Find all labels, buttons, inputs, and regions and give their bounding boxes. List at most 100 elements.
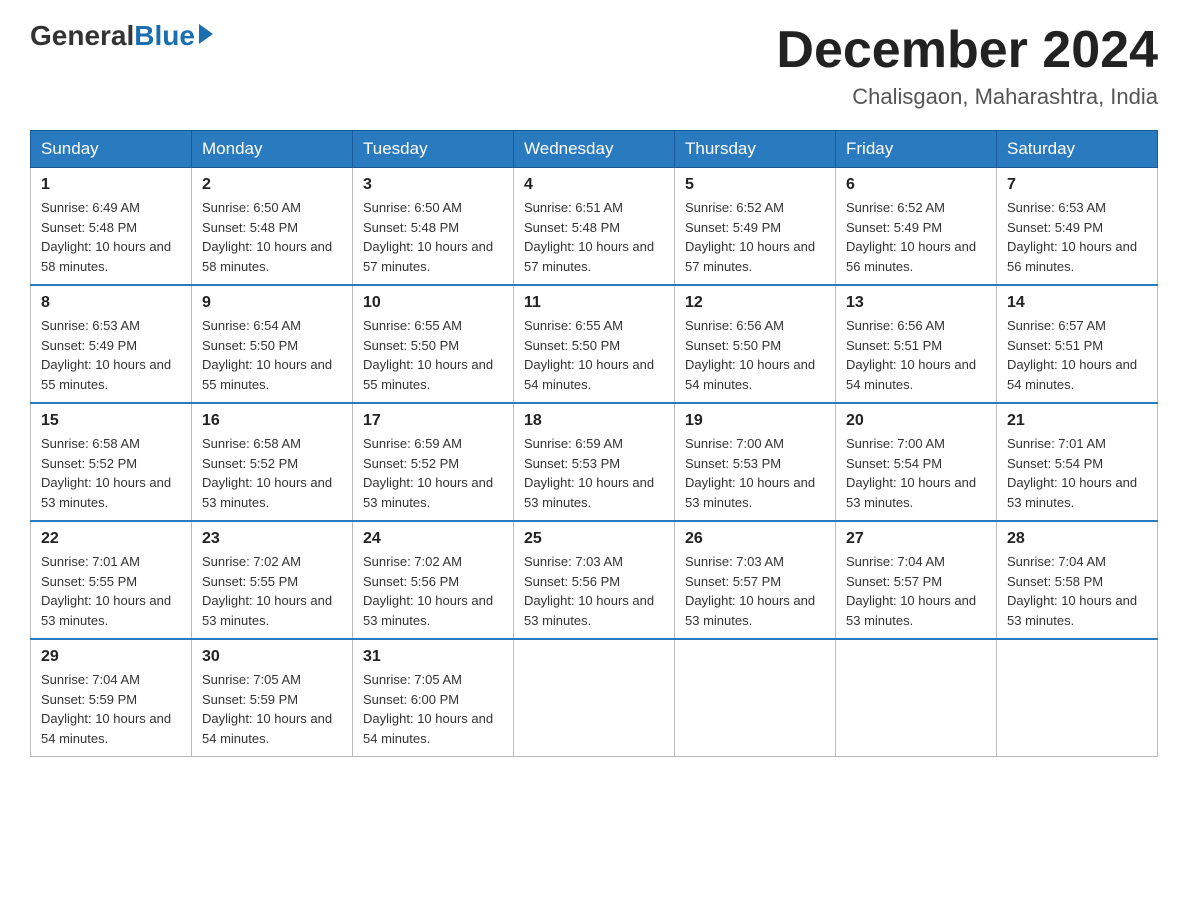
calendar-cell: 6 Sunrise: 6:52 AM Sunset: 5:49 PM Dayli…: [836, 168, 997, 286]
day-number: 26: [685, 530, 825, 548]
calendar-cell: 15 Sunrise: 6:58 AM Sunset: 5:52 PM Dayl…: [31, 403, 192, 521]
calendar-cell: 27 Sunrise: 7:04 AM Sunset: 5:57 PM Dayl…: [836, 521, 997, 639]
calendar-cell: 26 Sunrise: 7:03 AM Sunset: 5:57 PM Dayl…: [675, 521, 836, 639]
logo-blue-text: Blue: [134, 20, 195, 52]
day-info: Sunrise: 6:54 AM Sunset: 5:50 PM Dayligh…: [202, 316, 342, 394]
day-info: Sunrise: 6:57 AM Sunset: 5:51 PM Dayligh…: [1007, 316, 1147, 394]
weekday-header-saturday: Saturday: [997, 131, 1158, 168]
weekday-header-tuesday: Tuesday: [353, 131, 514, 168]
day-info: Sunrise: 7:03 AM Sunset: 5:56 PM Dayligh…: [524, 552, 664, 630]
day-number: 22: [41, 530, 181, 548]
day-info: Sunrise: 7:05 AM Sunset: 6:00 PM Dayligh…: [363, 670, 503, 748]
day-info: Sunrise: 6:53 AM Sunset: 5:49 PM Dayligh…: [1007, 198, 1147, 276]
calendar-cell: [514, 639, 675, 757]
calendar-week-row: 8 Sunrise: 6:53 AM Sunset: 5:49 PM Dayli…: [31, 285, 1158, 403]
calendar-cell: 4 Sunrise: 6:51 AM Sunset: 5:48 PM Dayli…: [514, 168, 675, 286]
day-info: Sunrise: 6:50 AM Sunset: 5:48 PM Dayligh…: [363, 198, 503, 276]
day-info: Sunrise: 6:56 AM Sunset: 5:51 PM Dayligh…: [846, 316, 986, 394]
weekday-header-row: SundayMondayTuesdayWednesdayThursdayFrid…: [31, 131, 1158, 168]
day-number: 24: [363, 530, 503, 548]
day-info: Sunrise: 6:51 AM Sunset: 5:48 PM Dayligh…: [524, 198, 664, 276]
calendar-cell: 2 Sunrise: 6:50 AM Sunset: 5:48 PM Dayli…: [192, 168, 353, 286]
day-info: Sunrise: 7:04 AM Sunset: 5:58 PM Dayligh…: [1007, 552, 1147, 630]
calendar-cell: 3 Sunrise: 6:50 AM Sunset: 5:48 PM Dayli…: [353, 168, 514, 286]
day-number: 3: [363, 176, 503, 194]
day-number: 28: [1007, 530, 1147, 548]
calendar-title: December 2024: [776, 20, 1158, 80]
weekday-header-thursday: Thursday: [675, 131, 836, 168]
day-info: Sunrise: 6:56 AM Sunset: 5:50 PM Dayligh…: [685, 316, 825, 394]
day-number: 23: [202, 530, 342, 548]
calendar-cell: [997, 639, 1158, 757]
day-info: Sunrise: 7:03 AM Sunset: 5:57 PM Dayligh…: [685, 552, 825, 630]
day-info: Sunrise: 7:00 AM Sunset: 5:53 PM Dayligh…: [685, 434, 825, 512]
day-info: Sunrise: 6:55 AM Sunset: 5:50 PM Dayligh…: [363, 316, 503, 394]
day-number: 12: [685, 294, 825, 312]
calendar-week-row: 29 Sunrise: 7:04 AM Sunset: 5:59 PM Dayl…: [31, 639, 1158, 757]
logo: General Blue: [30, 20, 213, 52]
calendar-cell: 29 Sunrise: 7:04 AM Sunset: 5:59 PM Dayl…: [31, 639, 192, 757]
weekday-header-monday: Monday: [192, 131, 353, 168]
day-number: 17: [363, 412, 503, 430]
calendar-cell: [675, 639, 836, 757]
day-info: Sunrise: 6:58 AM Sunset: 5:52 PM Dayligh…: [41, 434, 181, 512]
day-number: 30: [202, 648, 342, 666]
day-number: 13: [846, 294, 986, 312]
day-number: 16: [202, 412, 342, 430]
day-number: 11: [524, 294, 664, 312]
calendar-cell: 17 Sunrise: 6:59 AM Sunset: 5:52 PM Dayl…: [353, 403, 514, 521]
day-number: 25: [524, 530, 664, 548]
day-number: 29: [41, 648, 181, 666]
day-info: Sunrise: 7:01 AM Sunset: 5:55 PM Dayligh…: [41, 552, 181, 630]
day-info: Sunrise: 7:01 AM Sunset: 5:54 PM Dayligh…: [1007, 434, 1147, 512]
calendar-cell: 30 Sunrise: 7:05 AM Sunset: 5:59 PM Dayl…: [192, 639, 353, 757]
day-number: 1: [41, 176, 181, 194]
day-number: 9: [202, 294, 342, 312]
day-number: 6: [846, 176, 986, 194]
day-number: 20: [846, 412, 986, 430]
calendar-week-row: 22 Sunrise: 7:01 AM Sunset: 5:55 PM Dayl…: [31, 521, 1158, 639]
day-info: Sunrise: 6:55 AM Sunset: 5:50 PM Dayligh…: [524, 316, 664, 394]
title-section: December 2024 Chalisgaon, Maharashtra, I…: [776, 20, 1158, 110]
calendar-cell: 16 Sunrise: 6:58 AM Sunset: 5:52 PM Dayl…: [192, 403, 353, 521]
day-number: 2: [202, 176, 342, 194]
calendar-cell: 23 Sunrise: 7:02 AM Sunset: 5:55 PM Dayl…: [192, 521, 353, 639]
weekday-header-wednesday: Wednesday: [514, 131, 675, 168]
calendar-cell: 9 Sunrise: 6:54 AM Sunset: 5:50 PM Dayli…: [192, 285, 353, 403]
day-info: Sunrise: 6:50 AM Sunset: 5:48 PM Dayligh…: [202, 198, 342, 276]
day-number: 21: [1007, 412, 1147, 430]
calendar-cell: 24 Sunrise: 7:02 AM Sunset: 5:56 PM Dayl…: [353, 521, 514, 639]
calendar-cell: 14 Sunrise: 6:57 AM Sunset: 5:51 PM Dayl…: [997, 285, 1158, 403]
calendar-cell: 10 Sunrise: 6:55 AM Sunset: 5:50 PM Dayl…: [353, 285, 514, 403]
calendar-cell: 19 Sunrise: 7:00 AM Sunset: 5:53 PM Dayl…: [675, 403, 836, 521]
page-header: General Blue December 2024 Chalisgaon, M…: [30, 20, 1158, 110]
day-number: 5: [685, 176, 825, 194]
day-number: 27: [846, 530, 986, 548]
day-number: 15: [41, 412, 181, 430]
calendar-cell: 7 Sunrise: 6:53 AM Sunset: 5:49 PM Dayli…: [997, 168, 1158, 286]
day-number: 19: [685, 412, 825, 430]
logo-general-text: General: [30, 20, 134, 52]
calendar-cell: 11 Sunrise: 6:55 AM Sunset: 5:50 PM Dayl…: [514, 285, 675, 403]
calendar-table: SundayMondayTuesdayWednesdayThursdayFrid…: [30, 130, 1158, 757]
day-number: 10: [363, 294, 503, 312]
weekday-header-friday: Friday: [836, 131, 997, 168]
day-info: Sunrise: 7:04 AM Sunset: 5:59 PM Dayligh…: [41, 670, 181, 748]
day-number: 7: [1007, 176, 1147, 194]
day-info: Sunrise: 6:59 AM Sunset: 5:52 PM Dayligh…: [363, 434, 503, 512]
calendar-subtitle: Chalisgaon, Maharashtra, India: [776, 84, 1158, 110]
calendar-cell: 13 Sunrise: 6:56 AM Sunset: 5:51 PM Dayl…: [836, 285, 997, 403]
weekday-header-sunday: Sunday: [31, 131, 192, 168]
day-info: Sunrise: 6:52 AM Sunset: 5:49 PM Dayligh…: [685, 198, 825, 276]
calendar-week-row: 1 Sunrise: 6:49 AM Sunset: 5:48 PM Dayli…: [31, 168, 1158, 286]
calendar-cell: 25 Sunrise: 7:03 AM Sunset: 5:56 PM Dayl…: [514, 521, 675, 639]
day-info: Sunrise: 7:00 AM Sunset: 5:54 PM Dayligh…: [846, 434, 986, 512]
calendar-cell: 28 Sunrise: 7:04 AM Sunset: 5:58 PM Dayl…: [997, 521, 1158, 639]
calendar-cell: 22 Sunrise: 7:01 AM Sunset: 5:55 PM Dayl…: [31, 521, 192, 639]
day-info: Sunrise: 6:52 AM Sunset: 5:49 PM Dayligh…: [846, 198, 986, 276]
day-info: Sunrise: 7:02 AM Sunset: 5:56 PM Dayligh…: [363, 552, 503, 630]
day-number: 8: [41, 294, 181, 312]
calendar-cell: 8 Sunrise: 6:53 AM Sunset: 5:49 PM Dayli…: [31, 285, 192, 403]
day-number: 4: [524, 176, 664, 194]
day-number: 18: [524, 412, 664, 430]
